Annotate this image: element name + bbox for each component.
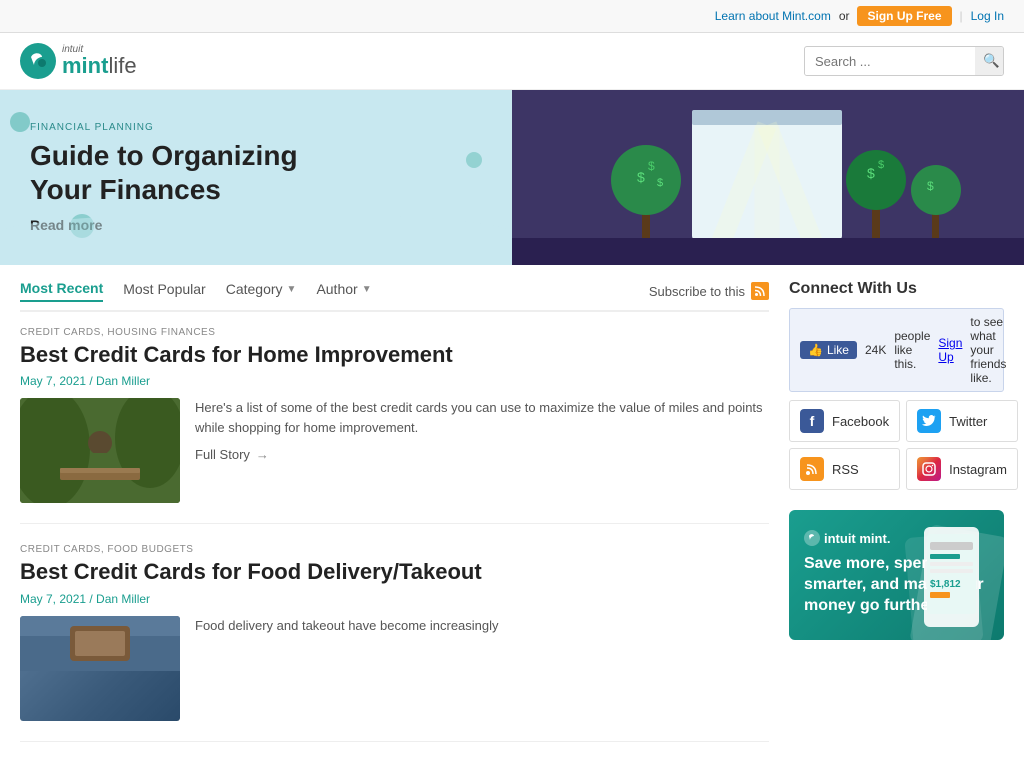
fb-like-count: 24K: [865, 343, 886, 357]
category-label: Category: [226, 281, 283, 297]
rss-label: RSS: [832, 462, 859, 477]
subscribe-label: Subscribe to this: [649, 284, 745, 299]
author-label: Author: [316, 281, 357, 297]
article-1-full-story-link[interactable]: Full Story →: [195, 445, 269, 465]
article-1-image: [20, 398, 180, 503]
article-1-thumbnail: [20, 398, 180, 503]
svg-text:$: $: [648, 159, 655, 173]
instagram-icon: [917, 457, 941, 481]
instagram-label: Instagram: [949, 462, 1007, 477]
main-container: Most Recent Most Popular Category ▼ Auth…: [0, 265, 1024, 777]
article-card-2: CREDIT CARDS, FOOD BUDGETS Best Credit C…: [20, 544, 769, 741]
learn-link[interactable]: Learn about Mint.com: [715, 9, 831, 23]
fb-like-label: Like: [827, 343, 849, 357]
article-2-meta: May 7, 2021 / Dan Miller: [20, 592, 769, 606]
fb-see-text: to see what your friends like.: [970, 315, 1006, 385]
svg-text:$1,812: $1,812: [930, 579, 961, 590]
top-bar: Learn about Mint.com or Sign Up Free | L…: [0, 0, 1024, 33]
svg-text:$: $: [878, 159, 884, 171]
social-facebook[interactable]: f Facebook: [789, 400, 900, 442]
tab-most-popular[interactable]: Most Popular: [123, 281, 205, 301]
content-area: Most Recent Most Popular Category ▼ Auth…: [20, 280, 769, 762]
hero-left: FINANCIAL PLANNING Guide to OrganizingYo…: [0, 102, 512, 252]
mint-ad-logo-icon: [804, 530, 820, 546]
article-2-title[interactable]: Best Credit Cards for Food Delivery/Take…: [20, 559, 769, 585]
article-1-title[interactable]: Best Credit Cards for Home Improvement: [20, 342, 769, 368]
article-2-tags: CREDIT CARDS, FOOD BUDGETS: [20, 544, 769, 555]
social-instagram[interactable]: Instagram: [906, 448, 1018, 490]
article-2-excerpt: Food delivery and takeout have become in…: [195, 616, 769, 721]
logo[interactable]: intuit mintlife: [20, 43, 137, 79]
article-1-tags: CREDIT CARDS, HOUSING FINANCES: [20, 327, 769, 338]
author-dropdown-arrow: ▼: [362, 284, 372, 295]
article-1-full-story-label: Full Story: [195, 445, 250, 465]
logo-life-text: life: [108, 53, 136, 78]
tab-author[interactable]: Author ▼: [316, 281, 371, 301]
social-grid: f Facebook Twitter: [789, 400, 1004, 490]
article-1-meta: May 7, 2021 / Dan Miller: [20, 374, 769, 388]
mint-ad-logo-text: intuit mint.: [824, 531, 890, 546]
facebook-label: Facebook: [832, 414, 889, 429]
article-2-thumbnail: [20, 616, 180, 721]
mint-phone-mockup: $1,812: [904, 522, 994, 635]
hero-category: FINANCIAL PLANNING: [30, 122, 482, 133]
or-text: or: [839, 9, 850, 23]
hero-illustration: $ $ $ $ $ $: [512, 90, 1024, 265]
article-1-excerpt: Here's a list of some of the best credit…: [195, 398, 769, 503]
logo-icon: [20, 43, 56, 79]
rss-icon: [800, 457, 824, 481]
social-rss[interactable]: RSS: [789, 448, 900, 490]
tab-category[interactable]: Category ▼: [226, 281, 297, 301]
svg-text:$: $: [657, 177, 663, 189]
svg-text:$: $: [927, 179, 934, 193]
hero-cloud: [0, 213, 512, 253]
article-2-image: [20, 616, 180, 721]
search-box[interactable]: 🔍: [804, 46, 1004, 76]
subscribe-area: Subscribe to this: [649, 282, 769, 300]
mint-ad-banner[interactable]: intuit mint. Save more, spend smarter, a…: [789, 510, 1004, 640]
fb-like-button[interactable]: 👍 Like: [800, 341, 857, 359]
logo-mint-text: mint: [62, 53, 108, 78]
article-1-body: Here's a list of some of the best credit…: [20, 398, 769, 503]
tab-most-recent[interactable]: Most Recent: [20, 280, 103, 302]
article-2-body: Food delivery and takeout have become in…: [20, 616, 769, 721]
header: intuit mintlife 🔍: [0, 33, 1024, 90]
hero-right: $ $ $ $ $ $: [512, 90, 1024, 265]
fb-signup-link[interactable]: Sign Up: [938, 336, 962, 364]
nav-tabs: Most Recent Most Popular Category ▼ Auth…: [20, 280, 769, 312]
hero-title: Guide to OrganizingYour Finances: [30, 139, 482, 206]
thumbs-up-icon: 👍: [808, 343, 823, 357]
signup-button[interactable]: Sign Up Free: [857, 6, 951, 26]
fb-like-bar: 👍 Like 24K people like this. Sign Up to …: [789, 308, 1004, 392]
facebook-icon: f: [800, 409, 824, 433]
connect-title: Connect With Us: [789, 280, 1004, 298]
article-1-arrow-icon: →: [256, 445, 269, 465]
divider: |: [960, 9, 963, 23]
hero-decor-circle1: [10, 112, 30, 132]
svg-text:$: $: [867, 165, 875, 181]
social-twitter[interactable]: Twitter: [906, 400, 1018, 442]
hero-banner: FINANCIAL PLANNING Guide to OrganizingYo…: [0, 90, 1024, 265]
twitter-label: Twitter: [949, 414, 987, 429]
svg-text:$: $: [637, 169, 645, 185]
sidebar: Connect With Us 👍 Like 24K people like t…: [789, 280, 1004, 762]
search-button[interactable]: 🔍: [975, 47, 1004, 75]
article-card-1: CREDIT CARDS, HOUSING FINANCES Best Cred…: [20, 327, 769, 524]
logo-text: intuit mintlife: [62, 45, 137, 77]
login-link[interactable]: Log In: [971, 9, 1004, 23]
fb-like-text: people like this.: [894, 329, 930, 371]
twitter-icon: [917, 409, 941, 433]
search-input[interactable]: [805, 48, 975, 75]
connect-section: Connect With Us 👍 Like 24K people like t…: [789, 280, 1004, 490]
category-dropdown-arrow: ▼: [287, 284, 297, 295]
rss-subscribe-icon[interactable]: [751, 282, 769, 300]
